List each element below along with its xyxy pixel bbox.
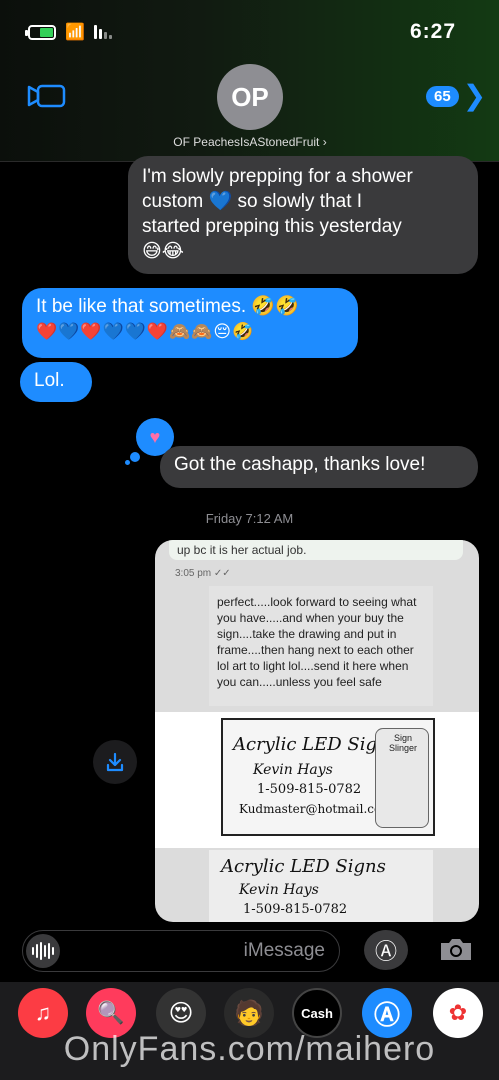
- appstore-icon: Ⓐ: [373, 999, 400, 1030]
- message-text: Lol.: [34, 370, 65, 391]
- status-time: 6:27: [410, 20, 457, 43]
- contact-name[interactable]: OF PeachesIsAStonedFruit ›: [150, 135, 350, 149]
- chevron-right-icon: ❯: [462, 80, 487, 111]
- message-bubble-sent[interactable]: It be like that sometimes. 🤣🤣 ❤️💙❤️💙💙❤️🙈…: [22, 288, 358, 358]
- appstore-icon: Ⓐ: [374, 939, 397, 964]
- message-text: It be like that sometimes. 🤣🤣: [36, 296, 299, 317]
- message-timestamp: Friday 7:12 AM: [205, 511, 294, 526]
- attachment-chat-text: up bc it is her actual job.: [169, 540, 463, 560]
- card-phone: 1-509-815-0782: [257, 782, 362, 797]
- message-text-line: custom 💙 so slowly that I: [142, 191, 363, 212]
- card-title: Acrylic LED Signs: [233, 734, 398, 755]
- card-title: Acrylic LED Signs: [221, 856, 386, 877]
- message-emoji-line: 😅😂: [142, 241, 185, 262]
- message-text-line: I'm slowly prepping for a shower: [142, 166, 413, 187]
- card-name: Kevin Hays: [253, 762, 333, 778]
- message-text-line: started prepping this yesterday: [142, 216, 402, 237]
- music-note-icon: ♫: [34, 1000, 52, 1025]
- compose-bar: iMessage Ⓐ: [0, 922, 499, 982]
- message-emoji-line: ❤️💙❤️💙💙❤️🙈🙈😔🤣: [36, 322, 255, 341]
- message-input[interactable]: iMessage: [22, 930, 340, 972]
- card-name: Kevin Hays: [239, 882, 319, 898]
- conversation-header: 📶 6:27 OP OF PeachesIsAStonedFruit › 65 …: [0, 0, 499, 162]
- attachment-chat-time: 3:05 pm ✓✓: [175, 568, 231, 579]
- image-attachment[interactable]: up bc it is her actual job. 3:05 pm ✓✓ p…: [155, 540, 479, 922]
- status-icons: 📶: [25, 22, 112, 42]
- memoji-icon: 😍: [168, 999, 194, 1027]
- search-globe-icon: 🔍: [97, 1000, 125, 1025]
- save-image-button[interactable]: [93, 740, 137, 784]
- camera-button[interactable]: [438, 934, 474, 964]
- card-illustration: Sign Slinger: [375, 728, 429, 828]
- card-art-label: Sign Slinger: [388, 733, 417, 753]
- unread-count-badge: 65: [426, 85, 459, 107]
- business-card: Acrylic LED Signs Kevin Hays 1-509-815-0…: [221, 718, 435, 836]
- message-text: Got the cashapp, thanks love!: [174, 454, 426, 475]
- tapback-tail: [130, 452, 140, 462]
- contact-avatar[interactable]: OP: [217, 64, 283, 130]
- tapback-tail: [125, 460, 130, 465]
- battery-icon: [25, 24, 56, 40]
- video-camera-icon: [27, 84, 66, 108]
- memoji-icon: 🧑: [234, 999, 264, 1027]
- business-card-photo-lower: Acrylic LED Signs Kevin Hays 1-509-815-0…: [209, 850, 433, 922]
- message-bubble-sent[interactable]: Lol.: [20, 362, 92, 402]
- cellular-signal-icon: [93, 25, 112, 39]
- message-bubble-received[interactable]: Got the cashapp, thanks love!: [160, 446, 478, 488]
- app-drawer-button[interactable]: Ⓐ: [364, 930, 408, 970]
- photos-flower-icon: ✿: [448, 1000, 468, 1025]
- card-phone: 1-509-815-0782: [243, 902, 348, 917]
- card-email: Kudmaster@hotmail.com: [239, 802, 393, 816]
- audio-message-button[interactable]: [26, 934, 60, 968]
- wifi-icon: 📶: [65, 24, 85, 41]
- back-button[interactable]: 65 ❯: [426, 82, 486, 110]
- camera-icon: [441, 939, 471, 960]
- attachment-chat-message: perfect.....look forward to seeing what …: [209, 586, 433, 706]
- message-bubble-received[interactable]: I'm slowly prepping for a shower custom …: [128, 156, 478, 274]
- facetime-video-button[interactable]: [26, 82, 68, 110]
- apple-cash-label: Cash: [301, 1005, 333, 1021]
- download-icon: [106, 752, 124, 772]
- business-card-photo: Acrylic LED Signs Kevin Hays 1-509-815-0…: [155, 712, 479, 848]
- watermark-text: OnlyFans.com/maihero: [63, 1030, 436, 1068]
